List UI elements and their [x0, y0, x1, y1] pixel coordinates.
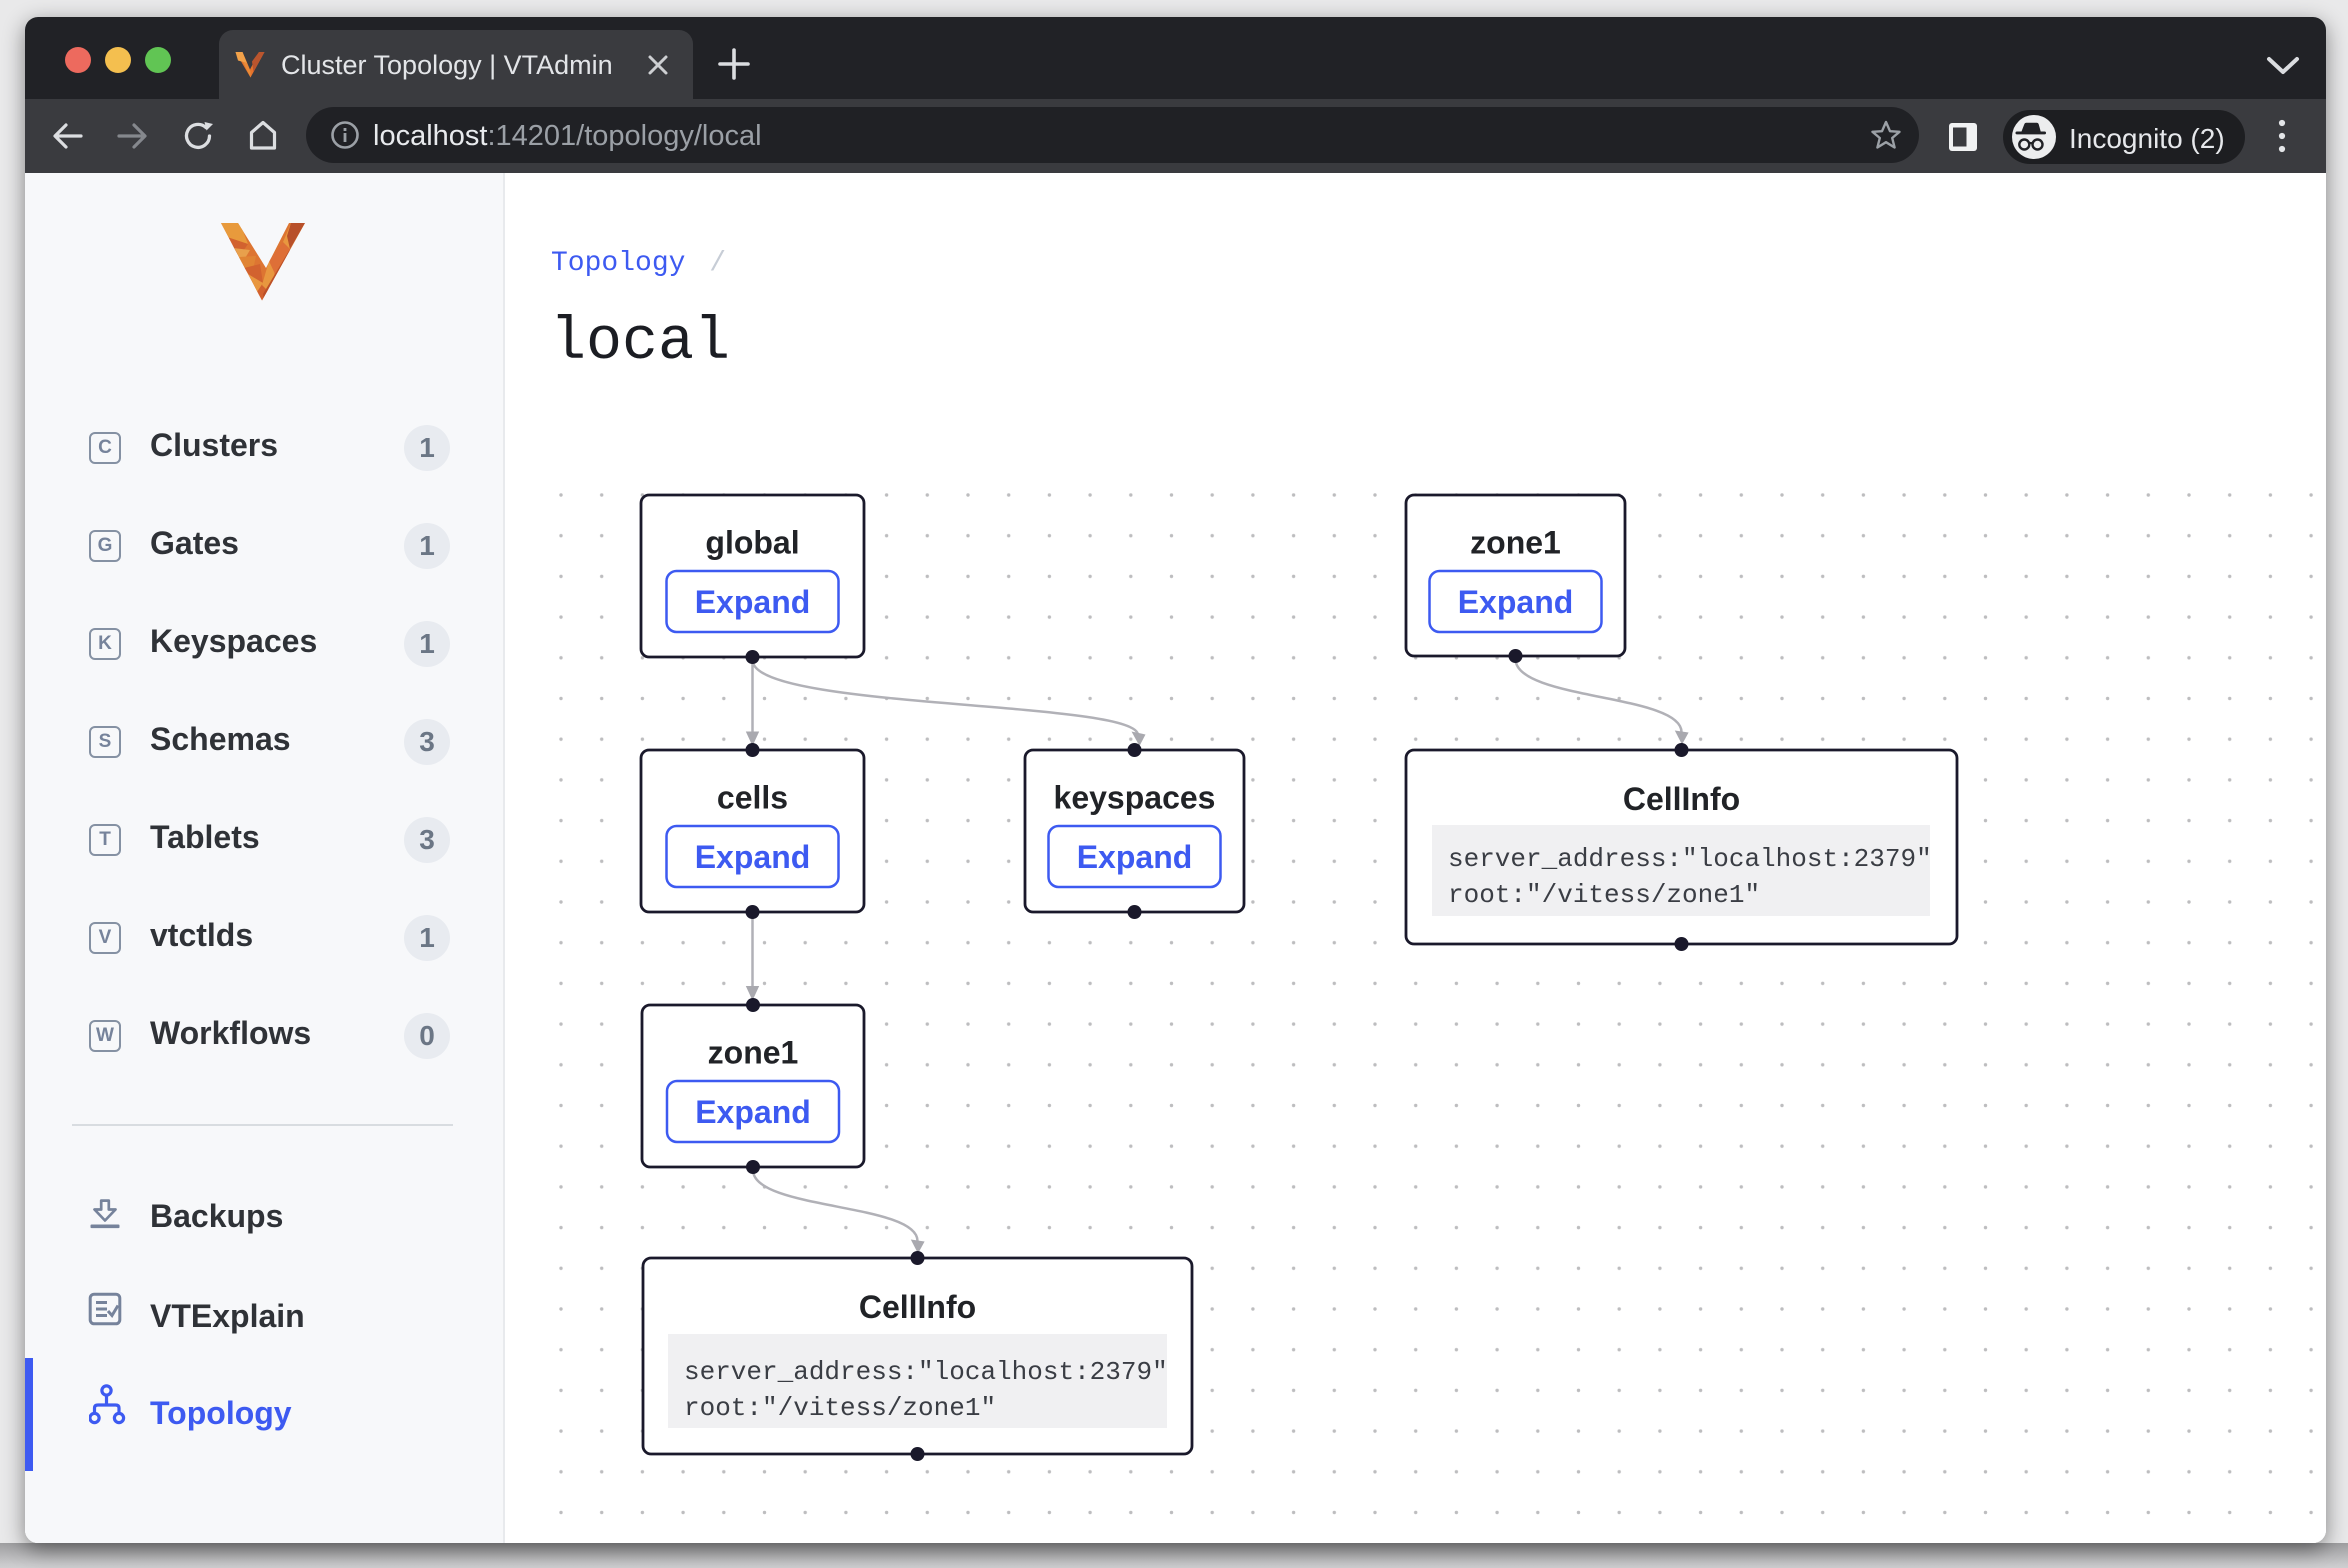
- svg-text:Expand: Expand: [695, 584, 811, 620]
- svg-text:Expand: Expand: [1077, 839, 1193, 875]
- svg-text:server_address:"localhost:2379: server_address:"localhost:2379": [1448, 844, 1932, 874]
- svg-text:CellInfo: CellInfo: [1623, 781, 1740, 817]
- svg-text:Expand: Expand: [1458, 584, 1574, 620]
- svg-text:keyspaces: keyspaces: [1054, 780, 1216, 816]
- svg-text:cells: cells: [717, 780, 788, 816]
- svg-text:zone1: zone1: [1470, 525, 1561, 561]
- svg-text:zone1: zone1: [708, 1035, 799, 1071]
- svg-text:Expand: Expand: [695, 839, 811, 875]
- svg-text:Expand: Expand: [695, 1094, 811, 1130]
- svg-text:CellInfo: CellInfo: [859, 1289, 976, 1325]
- svg-text:root:"/vitess/zone1": root:"/vitess/zone1": [1448, 880, 1760, 910]
- svg-text:global: global: [705, 525, 799, 561]
- svg-text:server_address:"localhost:2379: server_address:"localhost:2379": [684, 1357, 1168, 1387]
- svg-text:root:"/vitess/zone1": root:"/vitess/zone1": [684, 1393, 996, 1423]
